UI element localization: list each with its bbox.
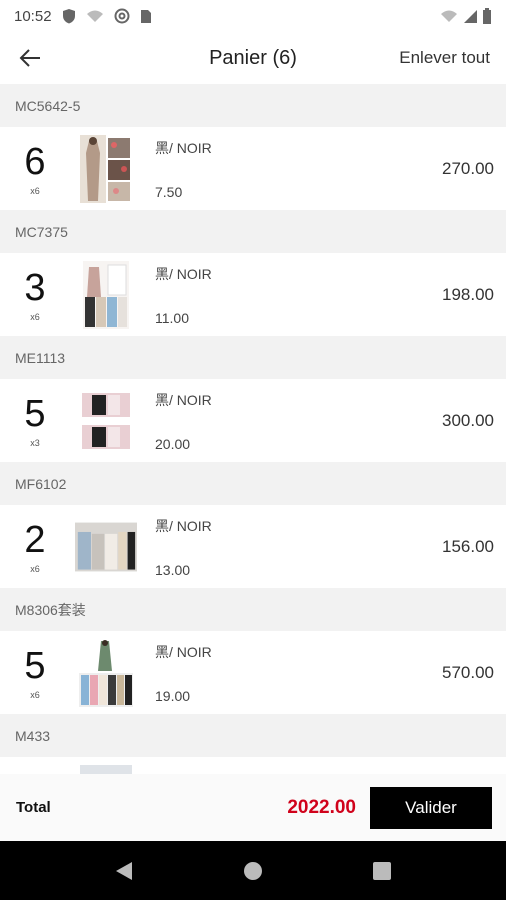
item-details: 黑/ NOIR 13.00 [155,512,212,582]
shield-icon [62,9,75,24]
pack-size: x3 [30,437,40,448]
cart-item[interactable]: 5 x6 黑/ NOIR 19.00 570.00 [0,631,506,714]
nav-back-button[interactable] [104,851,144,891]
total-label: Total [16,799,51,816]
line-total: 570.00 [442,662,494,682]
unit-price: 19.00 [155,687,191,704]
square-recents-icon [372,861,391,880]
status-time: 10:52 [14,7,52,25]
item-quantity: 5 [24,644,46,687]
sim-card-icon [140,9,151,23]
quantity-block: 2 x6 [0,520,70,574]
battery-icon [483,8,491,24]
group-header: MF6102 [0,462,506,505]
product-thumbnail[interactable] [75,513,137,581]
status-bar: 10:52 [0,0,506,32]
quantity-block: 3 x6 [0,268,70,322]
validate-button[interactable]: Valider [370,786,492,829]
nav-home-button[interactable] [233,851,273,891]
item-quantity: 6 [24,140,46,183]
wifi-off-icon [86,10,103,22]
system-nav-bar [0,841,506,900]
cart-list[interactable]: MC5642-5 6 x6 黑/ NOIR 7.50 270.00 MC7375 [0,84,506,774]
unit-price: 13.00 [155,561,191,578]
group-header: MC5642-5 [0,84,506,127]
item-quantity: 2 [24,518,46,561]
unit-price: 11.00 [155,309,189,326]
group-header: M433 [0,714,506,757]
item-color: 黑/ NOIR [155,517,212,534]
pack-size: x6 [30,185,40,196]
line-total: 156.00 [442,536,494,556]
quantity-block: 6 x6 [0,142,70,196]
item-quantity: 5 [24,392,46,435]
nav-recents-button[interactable] [362,851,402,891]
quantity-block: 5 x3 [0,394,70,448]
item-details: 黑/ NOIR 11.00 [155,260,212,330]
quantity-block: 5 x6 [0,646,70,700]
signal-icon [464,9,477,23]
line-total: 270.00 [442,158,494,178]
group-header: ME1113 [0,336,506,379]
product-thumbnail[interactable] [75,260,137,329]
cart-item[interactable]: 6 x6 黑/ NOIR 7.50 270.00 [0,127,506,210]
product-thumbnail[interactable] [75,134,137,203]
cart-item[interactable]: 5 x3 黑/ NOIR 20.00 300.00 [0,379,506,462]
unit-price: 7.50 [155,183,183,200]
status-left-icons [62,8,152,24]
cart-item[interactable]: 2 x6 黑/ NOIR 13.00 156.00 [0,505,506,588]
circle-home-icon [243,861,262,880]
triangle-back-icon [116,861,133,880]
status-right-icons [440,8,492,24]
item-color: 黑/ NOIR [155,391,212,408]
product-thumbnail[interactable] [75,638,137,707]
cart-item[interactable]: 3 x6 黑/ NOIR 11.00 198.00 [0,253,506,336]
product-thumbnail[interactable] [75,387,137,455]
item-details: 黑/ NOIR 20.00 [155,386,212,456]
back-button[interactable] [0,32,60,84]
cart-item[interactable] [0,757,506,774]
remove-all-button[interactable]: Enlever tout [399,48,490,68]
item-color: 黑/ NOIR [155,139,212,156]
arrow-left-icon [19,49,40,67]
at-icon [114,8,130,24]
group-header: MC7375 [0,210,506,253]
pack-size: x6 [30,689,40,700]
item-color: 黑/ NOIR [155,643,212,660]
unit-price: 20.00 [155,435,191,452]
item-quantity: 3 [24,266,46,309]
item-details: 黑/ NOIR 19.00 [155,638,212,708]
checkout-bar: Total 2022.00 Valider [0,774,506,841]
line-total: 198.00 [442,284,494,304]
item-color: 黑/ NOIR [155,265,212,282]
item-details: 黑/ NOIR 7.50 [155,134,212,204]
product-thumbnail[interactable] [75,764,137,774]
app-bar: Panier (6) Enlever tout [0,32,506,84]
wifi-icon [441,10,457,22]
pack-size: x6 [30,563,40,574]
total-value: 2022.00 [287,796,356,818]
group-header: M8306套装 [0,588,506,631]
pack-size: x6 [30,311,40,322]
line-total: 300.00 [442,410,494,430]
